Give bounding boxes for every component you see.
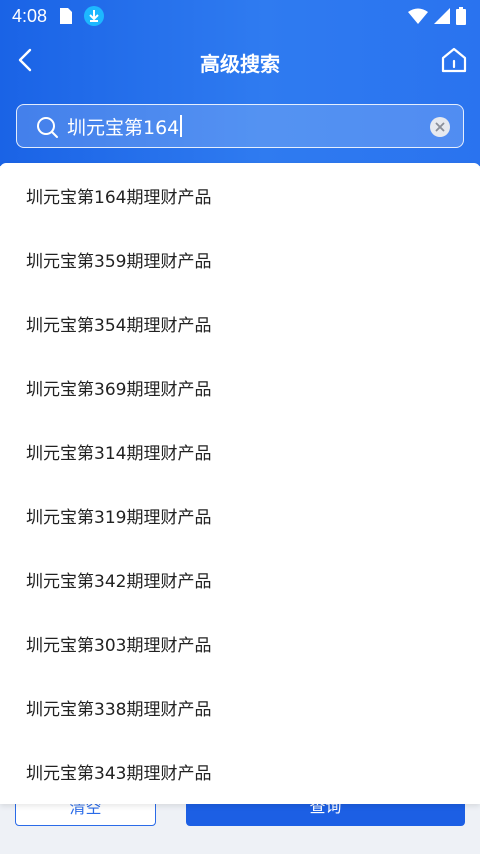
app-bar: 高级搜索	[0, 32, 480, 90]
search-icon	[37, 117, 58, 138]
suggestion-item[interactable]: 圳元宝第342期理财产品	[0, 547, 480, 611]
status-bar: 4:08	[0, 0, 480, 32]
suggestion-item[interactable]: 圳元宝第338期理财产品	[0, 675, 480, 739]
suggestion-item[interactable]: 圳元宝第354期理财产品	[0, 291, 480, 355]
suggestion-item[interactable]: 圳元宝第303期理财产品	[0, 611, 480, 675]
search-box[interactable]: 圳元宝第164	[16, 104, 464, 148]
search-input-text: 圳元宝第164	[67, 116, 180, 139]
home-icon[interactable]	[440, 46, 468, 74]
suggestion-list: 圳元宝第164期理财产品 圳元宝第359期理财产品 圳元宝第354期理财产品 圳…	[0, 163, 480, 804]
suggestion-item[interactable]: 圳元宝第164期理财产品	[0, 163, 480, 227]
suggestion-item[interactable]: 圳元宝第319期理财产品	[0, 483, 480, 547]
suggestion-item[interactable]: 圳元宝第343期理财产品	[0, 739, 480, 803]
sim-card-icon	[60, 8, 72, 24]
clear-icon[interactable]	[429, 116, 451, 138]
suggestion-item[interactable]: 圳元宝第314期理财产品	[0, 419, 480, 483]
text-cursor	[180, 115, 182, 137]
suggestion-item[interactable]: 圳元宝第359期理财产品	[0, 227, 480, 291]
bottom-action-bar: 清空 查询	[0, 798, 480, 854]
page-title: 高级搜索	[200, 52, 280, 76]
wifi-icon	[408, 8, 428, 24]
suggestion-item[interactable]: 圳元宝第369期理财产品	[0, 355, 480, 419]
search-input[interactable]: 圳元宝第164	[67, 114, 182, 139]
signal-icon	[434, 8, 450, 24]
status-time: 4:08	[12, 6, 48, 26]
download-icon	[84, 6, 104, 26]
battery-icon	[456, 7, 466, 25]
